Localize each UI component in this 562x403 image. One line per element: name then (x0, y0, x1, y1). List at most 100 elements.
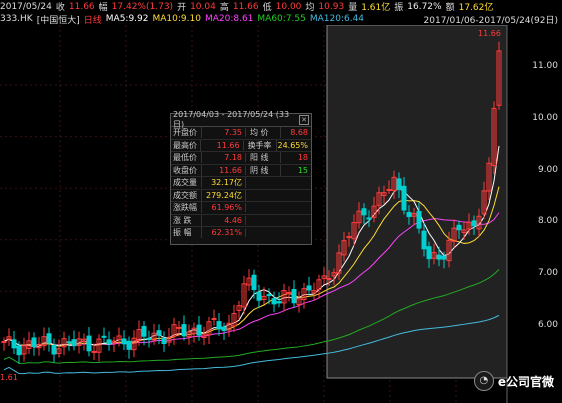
candle-body (406, 211, 412, 218)
candle-body (306, 285, 312, 291)
stats-label: 均 价 (246, 127, 281, 139)
stats-label: 收盘价 (171, 164, 202, 176)
open-label: 开 (177, 3, 187, 13)
stats-value: 32.17亿 (202, 177, 246, 189)
stats-label: 换手率 (244, 139, 278, 151)
candle-body (326, 278, 332, 281)
stats-row: 开盘价 7.35 均 价 8.68 (171, 127, 311, 140)
candle-body (256, 291, 262, 301)
ma60-label: MA60:7.55 (257, 14, 306, 24)
candle-body (216, 321, 222, 330)
close-value: 11.66 (68, 1, 95, 12)
quote-bar: 2017/05/24 收 11.66 幅 17.42%(1.73) 开 10.0… (0, 0, 562, 14)
candle-body (266, 294, 272, 297)
candle-body (11, 339, 17, 349)
watermark-logo: ◔ e公司官微 (473, 371, 554, 391)
candle-body (86, 335, 92, 352)
candle-body (16, 345, 22, 356)
interval-stats-header: 2017/04/03 - 2017/05/24 (33日) ✕ (171, 110, 311, 129)
price-axis-label: 8.00 (537, 216, 558, 226)
volume-value: 1.61亿 (361, 3, 391, 13)
stats-row: 最高价 11.66 换手率 24.65% (171, 139, 311, 152)
candle-body (396, 178, 402, 190)
volume-label: 量 (348, 3, 358, 13)
stats-row: 涨跌幅 61.96% (171, 202, 311, 215)
quote-date: 2017/05/24 (0, 1, 52, 12)
price-axis-label: 6.00 (537, 320, 558, 330)
stats-value: 7.18 (202, 153, 246, 163)
candle-body (121, 338, 127, 345)
candle-body (366, 217, 372, 220)
candle-body (181, 324, 187, 337)
stock-code: 333.HK (0, 14, 33, 24)
stats-value: 8.68 (290, 128, 308, 138)
avg-value: 10.93 (318, 1, 345, 12)
stats-value: 15 (297, 165, 308, 175)
candle-body (146, 337, 152, 341)
stats-value: 61.96% (202, 203, 246, 213)
stats-label: 阴 线 (246, 164, 281, 176)
candle-body (471, 220, 477, 227)
low-value: 10.00 (275, 1, 302, 12)
stats-value: 11.66 (201, 140, 244, 150)
candle-body (66, 341, 72, 344)
stock-name: [中国恒大] (36, 15, 80, 26)
candle-body (276, 301, 282, 304)
candle-body (441, 255, 447, 260)
amplitude-value: 16.72% (407, 1, 442, 12)
stats-label: 振 幅 (171, 227, 202, 239)
candle-body (141, 325, 147, 337)
amount-value: 17.62亿 (458, 3, 494, 13)
stats-value: 18 (297, 153, 308, 163)
interval-stats-popup: 2017/04/03 - 2017/05/24 (33日) ✕ 开盘价 7.35… (170, 110, 312, 245)
ma10-label: MA10:9.10 (152, 14, 201, 24)
stats-label: 最低价 (171, 152, 202, 164)
price-axis-label: 9.00 (537, 165, 558, 175)
stats-row: 收盘价 11.66 阴 线 15 (171, 164, 311, 177)
candle-body (386, 189, 392, 192)
stats-value: 279.24亿 (202, 189, 246, 201)
price-axis-label: 11.00 (532, 61, 558, 71)
close-label: 收 (55, 3, 65, 13)
change-label: 幅 (98, 3, 108, 13)
stats-row: 成交额 279.24亿 (171, 189, 311, 202)
candle-body (196, 324, 202, 336)
stats-row: 成交量 32.17亿 (171, 177, 311, 190)
stats-label: 开盘价 (171, 127, 202, 139)
indicator-bar: 333.HK [中国恒大] 日线 MA5:9.92 MA10:9.10 MA20… (0, 13, 562, 26)
candle-body (1, 340, 7, 343)
amplitude-label: 振 (394, 3, 404, 13)
stats-row: 最低价 7.18 阳 线 18 (171, 152, 311, 165)
candle-body (71, 339, 77, 347)
candle-body (156, 330, 162, 336)
candle-body (291, 288, 297, 304)
ma5-label: MA5:9.92 (105, 14, 149, 24)
candle-body (421, 230, 427, 250)
high-label: 高 (219, 3, 229, 13)
candle-body (361, 208, 367, 216)
amount-label: 额 (445, 3, 455, 13)
date-range: 2017/01/06-2017/05/24(92日) (423, 15, 558, 26)
stats-label: 成交额 (171, 189, 202, 201)
stats-row: 振 幅 62.31% (171, 227, 311, 239)
candle-body (176, 326, 182, 329)
candle-body (101, 335, 107, 338)
period-label[interactable]: 日线 (84, 13, 102, 26)
change-value: 17.42%(1.73) (111, 1, 174, 12)
price-axis-label: 10.00 (532, 113, 558, 123)
high-price-marker: 11.66 (478, 29, 501, 38)
candle-body (436, 254, 442, 260)
candle-body (126, 340, 132, 350)
close-icon[interactable]: ✕ (299, 115, 309, 125)
candle-body (426, 246, 432, 260)
wechat-icon: ◔ (473, 371, 494, 391)
stats-label: 涨 跌 (171, 214, 202, 226)
candle-body (416, 210, 422, 229)
stats-value: 11.66 (202, 165, 246, 175)
high-value: 11.66 (232, 1, 259, 12)
avg-label: 均 (305, 3, 315, 13)
candle-body (271, 298, 277, 305)
price-axis-label: 7.00 (537, 268, 558, 278)
stats-label: 阳 线 (246, 152, 281, 164)
ma120-label: MA120:6.44 (309, 14, 365, 24)
